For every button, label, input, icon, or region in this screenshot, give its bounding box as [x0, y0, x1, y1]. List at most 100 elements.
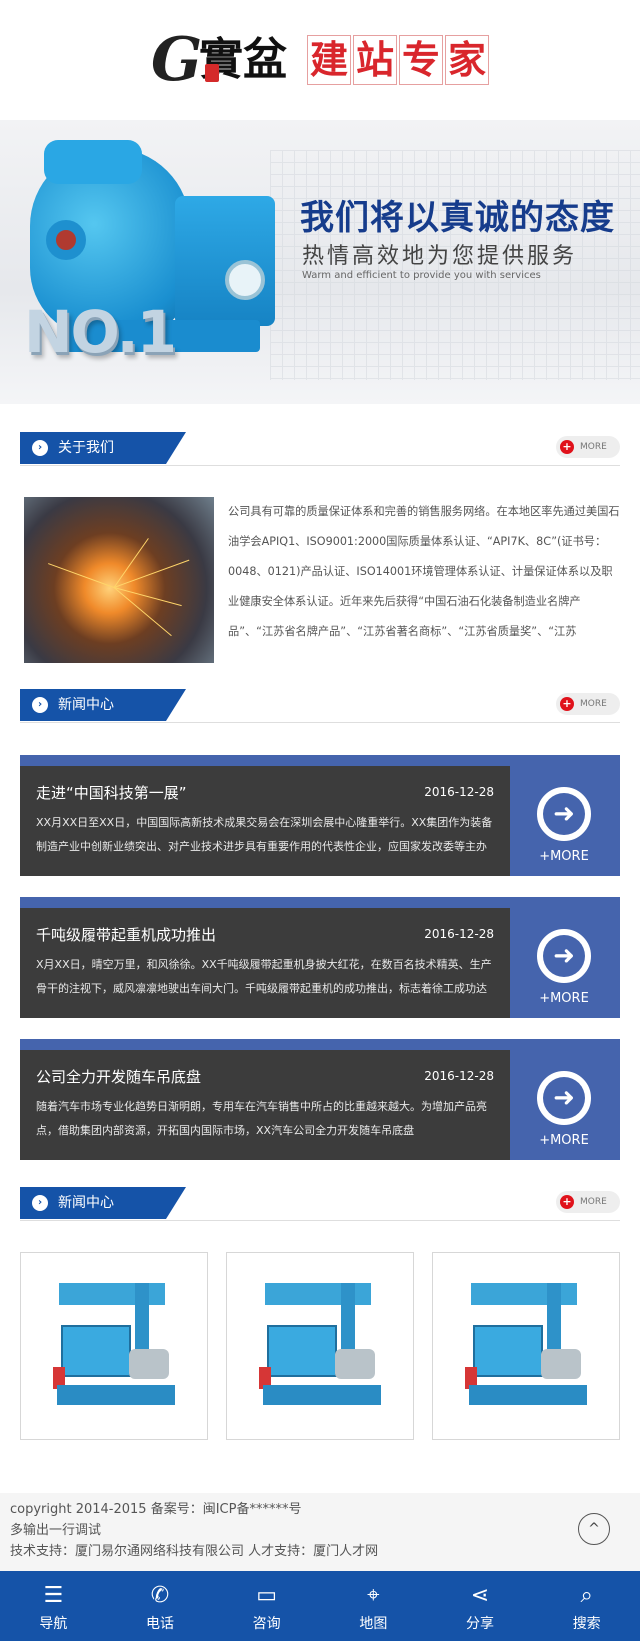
more-label: MORE — [580, 699, 607, 709]
more-button-news[interactable]: + MORE — [556, 693, 620, 715]
arrow-right-icon: ➜ — [537, 1071, 591, 1125]
product-card[interactable] — [20, 1252, 208, 1440]
logo-seal-icon — [205, 64, 219, 82]
news-more-button[interactable]: ➜ +MORE — [518, 771, 610, 871]
news-title[interactable]: 公司全力开发随车吊底盘 — [36, 1066, 201, 1087]
news-body: 走进“中国科技第一展” 2016-12-28 XX月XX日至XX日，中国国际高新… — [20, 766, 510, 876]
menu-icon: ☰ — [43, 1583, 64, 1608]
banner-subtitle-en: Warm and efficient to provide you with s… — [302, 270, 541, 281]
news-more-label: +MORE — [539, 991, 589, 1006]
spark-line — [113, 559, 190, 588]
section-header-about: › 关于我们 + MORE — [20, 432, 620, 466]
logo-char: 专 — [399, 35, 443, 85]
nav-item-phone[interactable]: ✆ 电话 — [107, 1571, 214, 1641]
nav-label: 地图 — [359, 1616, 388, 1632]
news-item[interactable]: 走进“中国科技第一展” 2016-12-28 XX月XX日至XX日，中国国际高新… — [20, 755, 620, 876]
arrow-right-icon: ➜ — [537, 929, 591, 983]
news-item[interactable]: 千吨级履带起重机成功推出 2016-12-28 X月XX日，晴空万里，和风徐徐。… — [20, 897, 620, 1018]
about-block: 公司具有可靠的质量保证体系和完善的销售服务网络。在本地区率先通过美国石油学会AP… — [24, 497, 620, 663]
product-image — [459, 1275, 595, 1419]
pump-shaft — [225, 260, 265, 300]
footer-debug-line: 多输出一行调试 — [10, 1523, 102, 1538]
news-item[interactable]: 公司全力开发随车吊底盘 2016-12-28 随着汽车市场专业化趋势日渐明朗，专… — [20, 1039, 620, 1160]
nav-label: 咨询 — [252, 1616, 281, 1632]
nav-item-menu[interactable]: ☰ 导航 — [0, 1571, 107, 1641]
news-summary: XX月XX日至XX日，中国国际高新技术成果交易会在深圳会展中心隆重举行。XX集团… — [36, 816, 493, 853]
news-more-label: +MORE — [539, 1133, 589, 1148]
nav-label: 分享 — [466, 1616, 495, 1632]
news-body: 千吨级履带起重机成功推出 2016-12-28 X月XX日，晴空万里，和风徐徐。… — [20, 908, 510, 1018]
hero-banner[interactable]: NO.1 我们将以真诚的态度 热情高效地为您提供服务 Warm and effi… — [0, 120, 640, 404]
news-title[interactable]: 千吨级履带起重机成功推出 — [36, 924, 216, 945]
share-icon: ⋖ — [470, 1583, 490, 1608]
news-summary: 随着汽车市场专业化趋势日渐明朗，专用车在汽车销售中所占的比重越来越大。为增加产品… — [36, 1100, 487, 1137]
product-grid — [20, 1252, 620, 1440]
chevron-right-icon: › — [32, 440, 48, 456]
banner-title: 我们将以真诚的态度 — [300, 198, 615, 238]
no1-badge: NO.1 — [24, 298, 177, 366]
section-tab-news[interactable]: › 新闻中心 — [20, 689, 186, 721]
back-to-top-icon[interactable]: ^ — [578, 1513, 610, 1545]
product-card[interactable] — [432, 1252, 620, 1440]
chevron-right-icon: › — [32, 1195, 48, 1211]
news-header: 走进“中国科技第一展” 2016-12-28 — [36, 782, 494, 803]
pump-inlet — [46, 220, 86, 260]
pump-top — [44, 140, 142, 184]
page: G 實盆 建 站 专 家 NO.1 我们将以真诚的态度 热情高效地为您提供服务 … — [0, 0, 640, 1641]
section-tab-about[interactable]: › 关于我们 — [20, 432, 186, 464]
about-text: 公司具有可靠的质量保证体系和完善的销售服务网络。在本地区率先通过美国石油学会AP… — [228, 505, 620, 638]
news-title[interactable]: 走进“中国科技第一展” — [36, 782, 187, 803]
search-icon: ⌕ — [580, 1583, 593, 1608]
nav-item-chat[interactable]: ▭ 咨询 — [213, 1571, 320, 1641]
news-header: 公司全力开发随车吊底盘 2016-12-28 — [36, 1066, 494, 1087]
plus-icon: + — [560, 1195, 574, 1209]
news-more-button[interactable]: ➜ +MORE — [518, 913, 610, 1013]
about-image[interactable] — [24, 497, 214, 663]
pump-bracket — [175, 196, 275, 326]
banner-subtitle: 热情高效地为您提供服务 — [302, 244, 578, 269]
news-summary: X月XX日，晴空万里，和风徐徐。XX千吨级履带起重机身披大红花，在数百名技术精英… — [36, 958, 492, 995]
news-date: 2016-12-28 — [424, 785, 494, 799]
nav-label: 导航 — [39, 1616, 68, 1632]
header: G 實盆 建 站 专 家 — [0, 0, 640, 120]
section-title: 新闻中心 — [58, 1195, 114, 1211]
section-header-news: › 新闻中心 + MORE — [20, 689, 620, 723]
more-button-about[interactable]: + MORE — [556, 436, 620, 458]
section-title: 关于我们 — [58, 440, 114, 456]
section-title: 新闻中心 — [58, 697, 114, 713]
nav-item-share[interactable]: ⋖ 分享 — [427, 1571, 534, 1641]
product-image — [47, 1275, 183, 1419]
footer: copyright 2014-2015 备案号：闽ICP备******号 多输出… — [0, 1493, 640, 1571]
chat-icon: ▭ — [256, 1583, 278, 1608]
more-button-products[interactable]: + MORE — [556, 1191, 620, 1213]
map-icon: ⌖ — [367, 1583, 380, 1608]
bottom-nav: ☰ 导航 ✆ 电话 ▭ 咨询 ⌖ 地图 ⋖ 分享 ⌕ 搜索 — [0, 1571, 640, 1641]
section-header-products: › 新闻中心 + MORE — [20, 1187, 620, 1221]
logo-char: 站 — [353, 35, 397, 85]
nav-label: 电话 — [146, 1616, 174, 1632]
chevron-right-icon: › — [32, 697, 48, 713]
news-more-label: +MORE — [539, 849, 589, 864]
product-card[interactable] — [226, 1252, 414, 1440]
more-label: MORE — [580, 1197, 607, 1207]
news-more-button[interactable]: ➜ +MORE — [518, 1055, 610, 1155]
footer-copyright: copyright 2014-2015 备案号：闽ICP备******号 — [10, 1502, 302, 1517]
spark-line — [48, 563, 115, 588]
plus-icon: + — [560, 440, 574, 454]
logo-char: 建 — [307, 35, 351, 85]
footer-support: 技术支持：厦门易尔通网络科技有限公司 人才支持：厦门人才网 — [10, 1544, 379, 1559]
logo-mark: G 實盆 — [151, 28, 299, 92]
nav-item-map[interactable]: ⌖ 地图 — [320, 1571, 427, 1641]
news-date: 2016-12-28 — [424, 1069, 494, 1083]
nav-item-search[interactable]: ⌕ 搜索 — [533, 1571, 640, 1641]
arrow-right-icon: ➜ — [537, 787, 591, 841]
product-image — [253, 1275, 389, 1419]
phone-icon: ✆ — [150, 1583, 170, 1608]
section-tab-products[interactable]: › 新闻中心 — [20, 1187, 186, 1219]
news-date: 2016-12-28 — [424, 927, 494, 941]
site-logo[interactable]: G 實盆 建 站 专 家 — [151, 28, 489, 92]
more-label: MORE — [580, 442, 607, 452]
news-body: 公司全力开发随车吊底盘 2016-12-28 随着汽车市场专业化趋势日渐明朗，专… — [20, 1050, 510, 1160]
plus-icon: + — [560, 697, 574, 711]
logo-char: 家 — [445, 35, 489, 85]
